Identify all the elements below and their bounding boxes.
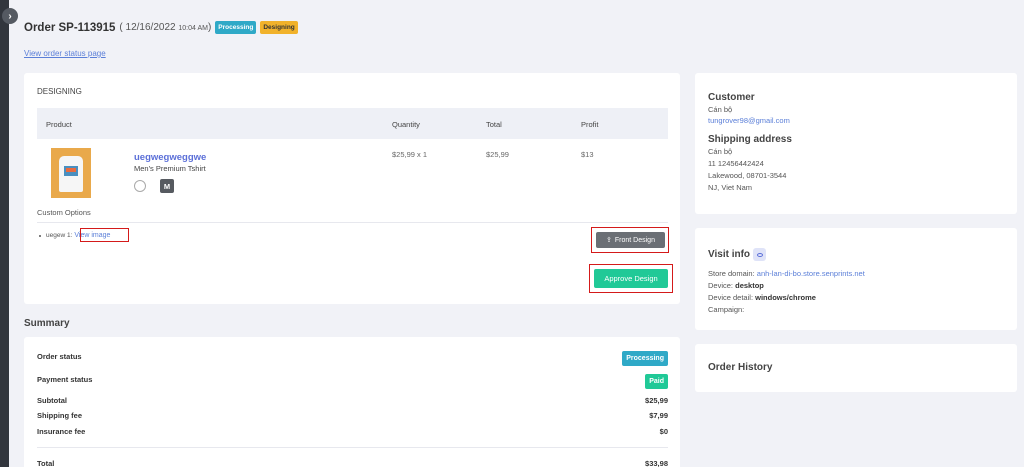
product-variant: Men's Premium Tshirt: [134, 164, 206, 173]
designing-card: DESIGNING Product Quantity Total Profit …: [24, 73, 680, 304]
product-table-header: Product Quantity Total Profit: [37, 108, 668, 139]
quantity-value: $25,99 x 1: [392, 150, 428, 159]
col-quantity: Quantity: [392, 120, 420, 129]
shipping-address-title: Shipping address: [708, 134, 792, 145]
total-label: Total: [37, 459, 55, 467]
eye-icon[interactable]: [753, 248, 767, 261]
product-thumbnail[interactable]: [51, 148, 91, 198]
color-swatch: [134, 180, 146, 192]
device-detail-row: Device detail: windows/chrome: [708, 293, 816, 302]
designing-title: DESIGNING: [37, 87, 82, 96]
view-order-status-link[interactable]: View order status page: [24, 49, 106, 58]
store-domain-row: Store domain: anh-lan-di-bo.store.senpri…: [708, 269, 865, 278]
size-badge: M: [160, 179, 174, 193]
order-title: Order SP-113915: [24, 21, 116, 34]
summary-divider: [37, 447, 668, 448]
visit-info-card: Visit info Store domain: anh-lan-di-bo.s…: [695, 228, 1017, 330]
subtotal-label: Subtotal: [37, 396, 67, 405]
payment-status-label: Payment status: [37, 375, 93, 384]
highlight-approve-design: [589, 264, 673, 293]
sidebar-strip: [0, 0, 9, 467]
divider: [37, 222, 668, 223]
product-name-link[interactable]: uegwegweggwe: [134, 152, 206, 163]
profit-value: $13: [581, 150, 594, 159]
device-row: Device: desktop: [708, 281, 764, 290]
highlight-view-image: [80, 228, 129, 242]
order-status-label: Order status: [37, 352, 82, 361]
customer-title: Customer: [708, 92, 755, 103]
order-history-title: Order History: [708, 362, 773, 373]
summary-heading: Summary: [24, 318, 70, 329]
order-header: Order SP-113915 ( 12/16/2022 10:04 AM) P…: [24, 21, 298, 34]
insurance-fee-value: $0: [659, 427, 668, 436]
ship-line1: 11 12456442424: [708, 159, 764, 168]
customer-name: Cán bộ: [708, 105, 733, 114]
subtotal-value: $25,99: [645, 396, 668, 405]
sidebar-toggle-chevron-icon[interactable]: ›: [2, 8, 18, 24]
col-profit: Profit: [581, 120, 599, 129]
insurance-fee-label: Insurance fee: [37, 427, 86, 436]
order-status-badge: Processing: [622, 351, 668, 366]
highlight-front-design: [591, 227, 669, 253]
col-total: Total: [486, 120, 502, 129]
col-product: Product: [46, 120, 72, 129]
designing-badge: Designing: [260, 21, 298, 34]
customer-email-link[interactable]: tungrover98@gmail.com: [708, 116, 790, 125]
ship-name: Cán bộ: [708, 147, 733, 156]
visit-info-title: Visit info: [708, 248, 767, 261]
ship-line3: NJ, Viet Nam: [708, 183, 753, 192]
total-amount: $33,98: [645, 459, 668, 467]
ship-line2: Lakewood, 08701-3544: [708, 171, 787, 180]
customer-card: Customer Cán bộ tungrover98@gmail.com Sh…: [695, 73, 1017, 214]
store-domain-link[interactable]: anh-lan-di-bo.store.senprints.net: [757, 269, 865, 278]
shipping-fee-value: $7,99: [649, 411, 668, 420]
order-date: ( 12/16/2022 10:04 AM): [119, 22, 212, 33]
total-value: $25,99: [486, 150, 509, 159]
campaign-row: Campaign:: [708, 305, 745, 314]
summary-card: Order status Processing Payment status P…: [24, 337, 680, 467]
custom-options-title: Custom Options: [37, 208, 91, 217]
order-history-card: Order History: [695, 344, 1017, 392]
processing-badge: Processing: [215, 21, 257, 34]
payment-status-badge: Paid: [645, 374, 668, 389]
shipping-fee-label: Shipping fee: [37, 411, 82, 420]
